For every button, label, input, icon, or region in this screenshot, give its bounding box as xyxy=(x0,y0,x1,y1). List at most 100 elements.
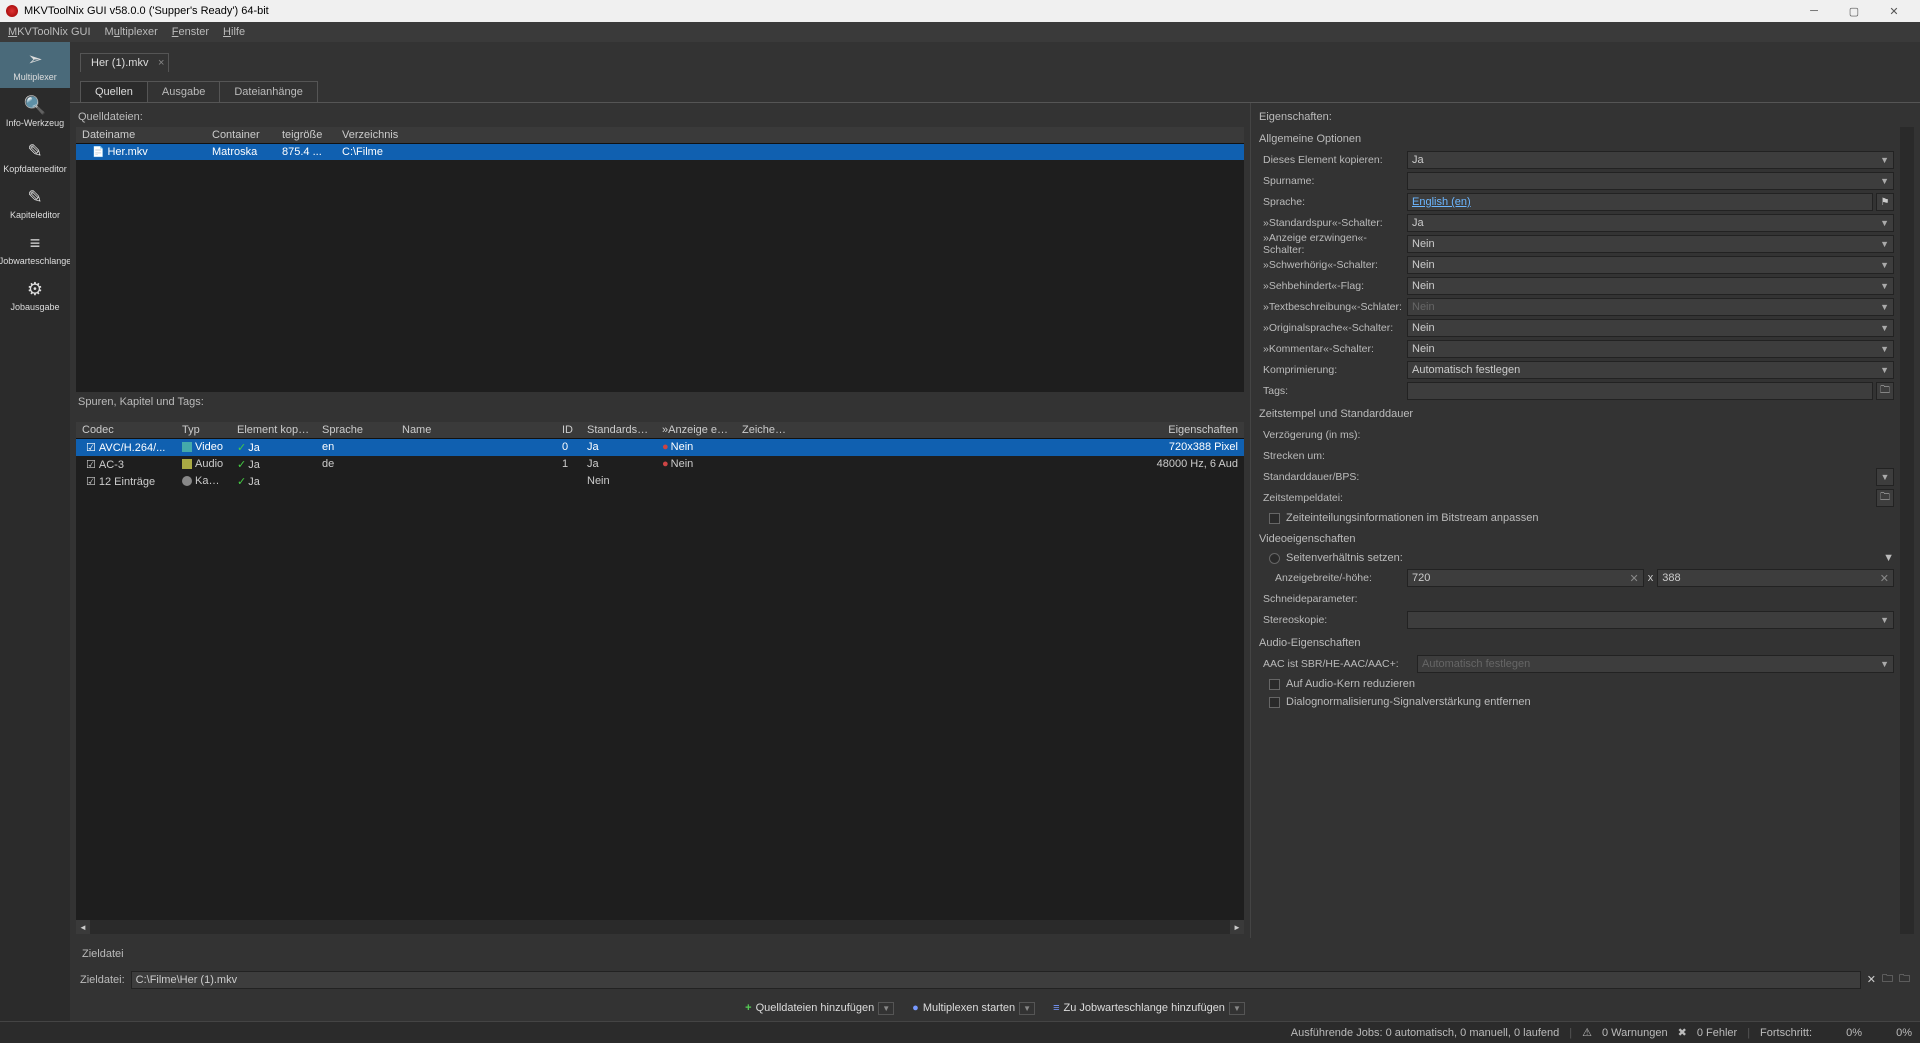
minimize-button[interactable]: ─ xyxy=(1794,0,1834,22)
remove-dialnorm-checkbox[interactable] xyxy=(1269,697,1280,708)
language-select[interactable]: English (en) xyxy=(1407,193,1873,211)
dest-clear-button[interactable]: ✕ xyxy=(1867,973,1876,986)
window-title: MKVToolNix GUI v58.0.0 ('Supper's Ready'… xyxy=(24,5,269,17)
stretch-input[interactable] xyxy=(1407,447,1894,465)
menu-help[interactable]: Hilfe xyxy=(223,26,245,38)
scroll-right-icon[interactable]: ► xyxy=(1230,920,1244,934)
display-width-input[interactable]: 720✕ xyxy=(1407,569,1644,587)
copy-element-select[interactable]: Ja▼ xyxy=(1407,151,1894,169)
close-button[interactable]: ✕ xyxy=(1874,0,1914,22)
chevron-down-icon[interactable]: ▼ xyxy=(1229,1002,1245,1015)
sidebar-item-chapter-editor[interactable]: ✎ Kapiteleditor xyxy=(0,180,70,226)
progress-2: 0% xyxy=(1872,1027,1912,1039)
timestamp-file-input[interactable] xyxy=(1407,489,1873,507)
track-row[interactable]: 12 EinträgeKapitelJaNein xyxy=(76,473,1244,490)
scroll-left-icon[interactable]: ◄ xyxy=(76,920,90,934)
add-to-queue-button[interactable]: ≡Zu Jobwarteschlange hinzufügen▼ xyxy=(1053,1002,1245,1015)
destination-area: Zieldatei Zieldatei: C:\Filme\Her (1).mk… xyxy=(70,938,1920,995)
menu-window[interactable]: Fenster xyxy=(172,26,209,38)
language-browse-button[interactable]: ⚑ xyxy=(1876,193,1894,211)
chevron-down-icon[interactable]: ▼ xyxy=(878,1002,894,1015)
track-row[interactable]: AVC/H.264/...VideoJaen0JaNein720x388 Pix… xyxy=(76,439,1244,456)
close-tab-icon[interactable]: × xyxy=(158,57,164,69)
add-sources-button[interactable]: +Quelldateien hinzufügen▼ xyxy=(745,1002,894,1015)
content-area: Her (1).mkv × Quellen Ausgabe Dateianhän… xyxy=(70,42,1920,1021)
audio-header: Audio-Eigenschaften xyxy=(1257,631,1894,653)
track-row[interactable]: AC-3AudioJade1JaNein48000 Hz, 6 Aud xyxy=(76,456,1244,473)
sidebar-item-job-queue[interactable]: ≡ Jobwarteschlange xyxy=(0,226,70,272)
visual-impaired-select[interactable]: Nein▼ xyxy=(1407,277,1894,295)
chapter-icon: ✎ xyxy=(27,187,42,208)
commentary-select[interactable]: Nein▼ xyxy=(1407,340,1894,358)
start-mux-button[interactable]: ●Multiplexen starten▼ xyxy=(912,1002,1035,1015)
sidebar-item-job-output[interactable]: ⚙ Jobausgabe xyxy=(0,272,70,318)
video-header: Videoeigenschaften xyxy=(1257,527,1894,549)
source-files-header: Dateiname Container teigröße Verzeichnis xyxy=(76,127,1244,144)
tags-browse-button[interactable]: 🗀 xyxy=(1876,382,1894,400)
tab-attachments[interactable]: Dateianhänge xyxy=(219,81,318,102)
original-language-select[interactable]: Nein▼ xyxy=(1407,319,1894,337)
sidebar-item-header-editor[interactable]: ✎ Kopfdateneditor xyxy=(0,134,70,180)
main-area: ➣ Multiplexer 🔍 Info-Werkzeug ✎ Kopfdate… xyxy=(0,42,1920,1021)
window-titlebar: MKVToolNix GUI v58.0.0 ('Supper's Ready'… xyxy=(0,0,1920,22)
text-description-select[interactable]: Nein▼ xyxy=(1407,298,1894,316)
hearing-impaired-select[interactable]: Nein▼ xyxy=(1407,256,1894,274)
progress-1: 0% xyxy=(1822,1027,1862,1039)
sources-label: Quelldateien: xyxy=(76,107,1244,127)
reduce-audio-core-checkbox[interactable] xyxy=(1269,679,1280,690)
crop-input[interactable] xyxy=(1407,590,1894,608)
properties-label: Eigenschaften: xyxy=(1257,107,1914,127)
status-warnings[interactable]: 0 Warnungen xyxy=(1602,1027,1668,1039)
bitstream-timing-checkbox[interactable] xyxy=(1269,513,1280,524)
properties-vscrollbar[interactable] xyxy=(1900,127,1914,934)
tab-output[interactable]: Ausgabe xyxy=(147,81,220,102)
tracks-hscrollbar[interactable]: ◄ ► xyxy=(76,920,1244,934)
status-bar: Ausführende Jobs: 0 automatisch, 0 manue… xyxy=(0,1021,1920,1043)
default-track-select[interactable]: Ja▼ xyxy=(1407,214,1894,232)
default-duration-input[interactable] xyxy=(1407,468,1873,486)
clear-width-icon[interactable]: ✕ xyxy=(1630,572,1639,585)
tab-sources[interactable]: Quellen xyxy=(80,81,148,102)
timestamp-browse-button[interactable]: 🗀 xyxy=(1876,489,1894,507)
dest-recent-button[interactable]: 🗀 xyxy=(1899,970,1910,989)
maximize-button[interactable]: ▢ xyxy=(1834,0,1874,22)
aspect-dropdown[interactable]: ▼ xyxy=(1883,552,1894,564)
warning-icon: ⚠ xyxy=(1582,1026,1592,1039)
stereoscopy-select[interactable]: ▼ xyxy=(1407,611,1894,629)
track-name-input[interactable]: ▼ xyxy=(1407,172,1894,190)
dest-browse-button[interactable]: 🗀 xyxy=(1882,970,1893,989)
source-files-table: Dateiname Container teigröße Verzeichnis… xyxy=(76,127,1244,392)
menu-multiplexer[interactable]: Multiplexer xyxy=(105,26,158,38)
dest-file-input[interactable]: C:\Filme\Her (1).mkv xyxy=(131,971,1861,989)
aspect-ratio-radio[interactable] xyxy=(1269,553,1280,564)
properties-pane: Eigenschaften: Allgemeine Optionen Diese… xyxy=(1250,103,1920,938)
forced-display-select[interactable]: Nein▼ xyxy=(1407,235,1894,253)
chevron-down-icon[interactable]: ▼ xyxy=(1019,1002,1035,1015)
status-errors[interactable]: 0 Fehler xyxy=(1697,1027,1737,1039)
compression-select[interactable]: Automatisch festlegen▼ xyxy=(1407,361,1894,379)
error-icon: ✖ xyxy=(1678,1026,1687,1039)
action-buttons: +Quelldateien hinzufügen▼ ●Multiplexen s… xyxy=(70,995,1920,1021)
progress-label: Fortschritt: xyxy=(1760,1027,1812,1039)
sub-tabs: Quellen Ausgabe Dateianhänge xyxy=(70,78,1920,102)
display-height-input[interactable]: 388✕ xyxy=(1657,569,1894,587)
left-pane: Quelldateien: Dateiname Container teigrö… xyxy=(70,103,1250,938)
sidebar-item-info[interactable]: 🔍 Info-Werkzeug xyxy=(0,88,70,134)
timing-header: Zeitstempel und Standarddauer xyxy=(1257,402,1894,424)
status-jobs: Ausführende Jobs: 0 automatisch, 0 manue… xyxy=(1291,1027,1559,1039)
clear-height-icon[interactable]: ✕ xyxy=(1880,572,1889,585)
tool-sidebar: ➣ Multiplexer 🔍 Info-Werkzeug ✎ Kopfdate… xyxy=(0,42,70,1021)
default-duration-dropdown[interactable]: ▼ xyxy=(1876,468,1894,486)
source-file-row[interactable]: Her.mkv Matroska 875.4 ... C:\Filme xyxy=(76,144,1244,160)
aac-sbr-select[interactable]: Automatisch festlegen▼ xyxy=(1417,655,1894,673)
info-icon: 🔍 xyxy=(24,95,46,116)
file-tabs: Her (1).mkv × xyxy=(70,48,1920,72)
menubar: MKVToolNix GUI Multiplexer Fenster Hilfe xyxy=(0,22,1920,42)
menu-mkvtoolnix[interactable]: MKVToolNix GUI xyxy=(8,26,91,38)
file-tab[interactable]: Her (1).mkv × xyxy=(80,53,169,72)
sidebar-item-multiplexer[interactable]: ➣ Multiplexer xyxy=(0,42,70,88)
app-icon xyxy=(6,5,18,17)
delay-input[interactable] xyxy=(1407,426,1894,444)
dest-section-label: Zieldatei xyxy=(80,944,1910,964)
tags-input[interactable] xyxy=(1407,382,1873,400)
